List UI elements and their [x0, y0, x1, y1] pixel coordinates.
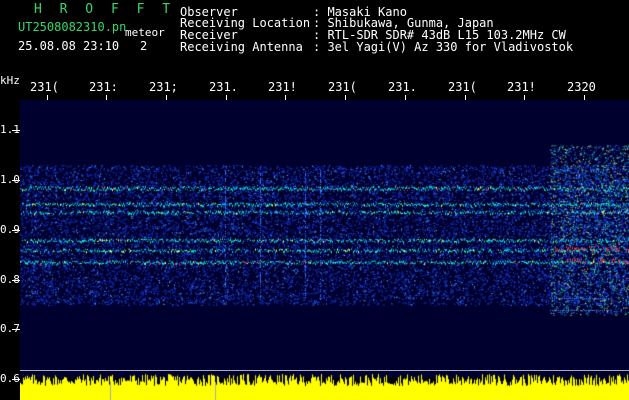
amplitude-baseline — [20, 370, 629, 371]
x-tick-label: 2320 — [567, 80, 596, 94]
y-tick-mark — [12, 180, 20, 181]
x-tick-label: 231( — [448, 80, 477, 94]
antenna-label: Receiving Antenna — [180, 40, 303, 54]
meteor-label: meteor — [125, 26, 165, 39]
datetime-label: 25.08.08 23:10 — [18, 39, 120, 53]
y-tick-mark — [12, 230, 20, 231]
x-tick-label: 231( — [328, 80, 357, 94]
app-title: H R O F F T — [34, 2, 176, 17]
x-tick-label: 231! — [507, 80, 536, 94]
x-tick-label: 231! — [268, 80, 297, 94]
amplitude-strip — [20, 372, 629, 400]
x-tick-label: 231; — [149, 80, 178, 94]
y-tick-mark — [12, 280, 20, 281]
y-axis-unit: kHz — [0, 74, 20, 87]
x-tick-label: 231. — [209, 80, 238, 94]
x-tick-label: 231( — [30, 80, 59, 94]
x-tick-label: 231: — [89, 80, 118, 94]
y-tick-mark — [12, 379, 20, 380]
antenna-value: : 3el Yagi(V) Az 330 for Vladivostok — [313, 40, 574, 54]
y-tick-mark — [12, 130, 20, 131]
x-tick-label: 231. — [388, 80, 417, 94]
header-panel: H R O F F T UT2508082310.pn meteor 25.08… — [0, 0, 629, 70]
spectrogram — [20, 100, 629, 378]
meteor-count: 2 — [140, 39, 148, 53]
file-name: UT2508082310.pn — [18, 20, 127, 34]
y-tick-mark — [12, 329, 20, 330]
